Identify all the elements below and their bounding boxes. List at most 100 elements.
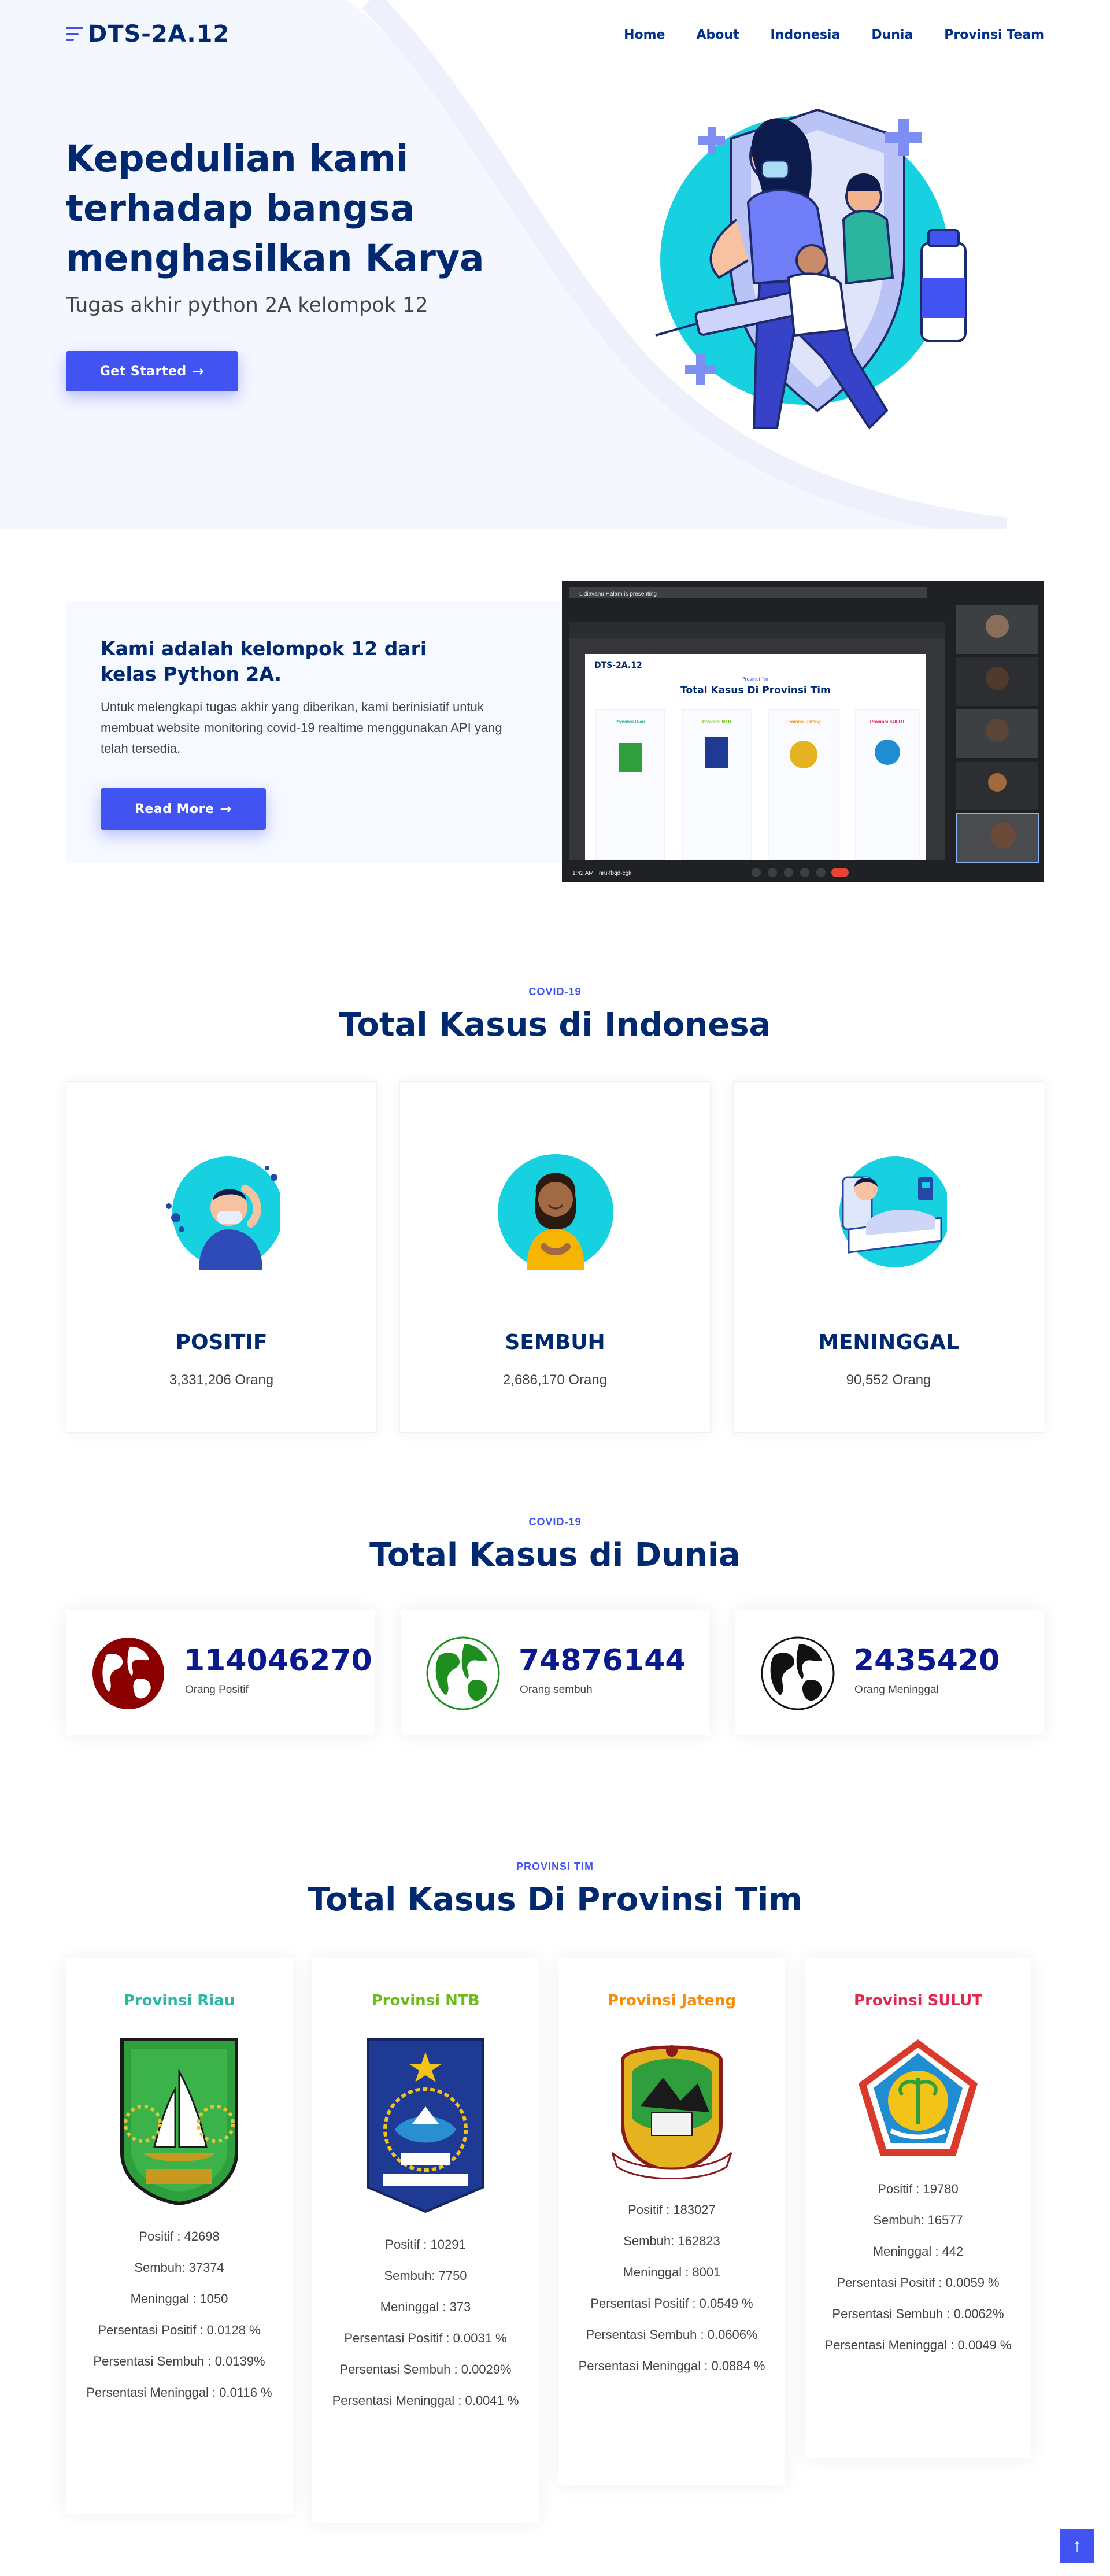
stat-persentasi-meninggal: Persentasi Meninggal : 0.0884 % <box>578 2359 765 2373</box>
main-nav: Home About Indonesia Dunia Provinsi Team <box>593 28 1044 42</box>
about-title: Kami adalah kelompok 12 dari kelas Pytho… <box>101 637 427 685</box>
stat-persentasi-sembuh: Persentasi Sembuh : 0.0139% <box>93 2354 265 2368</box>
get-started-button[interactable]: Get Started → <box>66 351 238 391</box>
world-positif-card: 114046270 Orang Positif <box>66 1610 375 1735</box>
dunia-title: Total Kasus di Dunia <box>369 1536 741 1574</box>
about-section: Kami adalah kelompok 12 dari kelas Pytho… <box>0 529 1110 896</box>
read-more-button[interactable]: Read More → <box>101 788 266 830</box>
nav-provinsi-team[interactable]: Provinsi Team <box>944 28 1044 42</box>
riau-emblem-icon <box>120 2038 238 2206</box>
positif-value: 3,331,206 Orang <box>169 1372 274 1388</box>
sulut-emblem-icon <box>859 2039 978 2156</box>
world-sembuh-card: 74876144 Orang sembuh <box>401 1610 709 1735</box>
provinsi-ntb-card: Provinsi NTB Positif : 10291 Sembuh: 775… <box>312 1958 539 2523</box>
about-description: Untuk melengkapi tugas akhir yang diberi… <box>101 700 502 756</box>
nav-home[interactable]: Home <box>624 28 665 42</box>
logo-icon <box>66 24 83 45</box>
stat-persentasi-sembuh: Persentasi Sembuh : 0.0606% <box>586 2327 758 2342</box>
stat-sembuh: Sembuh: 162823 <box>623 2234 720 2248</box>
stat-positif: Positif : 19780 <box>878 2182 959 2196</box>
dunia-kicker: COVID-19 <box>528 1516 582 1528</box>
sembuh-value: 2,686,170 Orang <box>502 1372 608 1388</box>
stat-persentasi-positif: Persentasi Positif : 0.0031 % <box>344 2331 507 2345</box>
stat-persentasi-sembuh: Persentasi Sembuh : 0.0029% <box>339 2362 512 2377</box>
provinsi-ntb-name: Provinsi NTB <box>371 1992 480 2009</box>
stat-meninggal: Meninggal : 1050 <box>130 2292 228 2306</box>
stat-persentasi-meninggal: Persentasi Meninggal : 0.0041 % <box>332 2393 519 2408</box>
provinsi-jateng-card: Provinsi Jateng Positif : 183027 Sembuh:… <box>558 1958 785 2485</box>
stat-sembuh: Sembuh: 16577 <box>873 2213 963 2227</box>
hospital-bed-illustration <box>839 1156 947 1267</box>
stat-sembuh: Sembuh: 37374 <box>134 2260 224 2275</box>
nav-about[interactable]: About <box>696 28 739 42</box>
meeting-code: nru-fbqd-cgk <box>599 870 632 877</box>
sembuh-card: SEMBUH 2,686,170 Orang <box>399 1081 711 1433</box>
indonesia-section: COVID-19 Total Kasus di Indonesa POSITIF… <box>0 896 1110 1451</box>
inner-kicker: Provinsi Tim <box>741 676 769 682</box>
sembuh-label: SEMBUH <box>505 1330 605 1354</box>
provinsi-riau-stats: Positif : 42698 Sembuh: 37374 Meninggal … <box>66 2221 293 2403</box>
provinsi-kicker: PROVINSI TIM <box>516 1861 594 1872</box>
stat-persentasi-sembuh: Persentasi Sembuh : 0.0062% <box>832 2307 1004 2321</box>
stat-persentasi-positif: Persentasi Positif : 0.0549 % <box>590 2296 753 2311</box>
stat-meninggal: Meninggal : 442 <box>872 2244 964 2259</box>
globe-icon <box>761 1636 835 1710</box>
provinsi-jateng-name: Provinsi Jateng <box>608 1992 736 2009</box>
meeting-screenshot-art: Lidiavanu Halam is presenting DTS-2A.12 … <box>562 581 1044 882</box>
site-header: DTS-2A.12 Home About Indonesia Dunia Pro… <box>66 21 1044 51</box>
nav-indonesia[interactable]: Indonesia <box>771 28 841 42</box>
stat-meninggal: Meninggal : 8001 <box>623 2265 721 2279</box>
stat-positif: Positif : 183027 <box>628 2202 716 2217</box>
world-sembuh-value: 74876144 <box>519 1643 686 1678</box>
stat-positif: Positif : 10291 <box>385 2237 466 2252</box>
provinsi-riau-name: Provinsi Riau <box>123 1992 235 2009</box>
provinsi-section: PROVINSI TIM Total Kasus Di Provinsi Tim… <box>0 1845 1110 2576</box>
meeting-time: 1:42 AM <box>572 870 594 877</box>
positif-label: POSITIF <box>175 1330 268 1354</box>
meninggal-value: 90,552 Orang <box>846 1372 931 1388</box>
arrow-up-icon: ↑ <box>1072 2536 1082 2555</box>
world-meninggal-card: 2435420 Orang Meninggal <box>735 1610 1044 1735</box>
hero-section: DTS-2A.12 Home About Indonesia Dunia Pro… <box>0 0 1110 529</box>
indonesia-heading: COVID-19 Total Kasus di Indonesa <box>66 986 1044 1044</box>
globe-icon <box>426 1636 500 1710</box>
world-sembuh-caption: Orang sembuh <box>520 1684 593 1696</box>
hero-title: Kepedulian kami terhadap bangsa menghasi… <box>66 138 484 279</box>
stat-persentasi-meninggal: Persentasi Meninggal : 0.0116 % <box>86 2385 272 2400</box>
meeting-screenshot: Lidiavanu Halam is presenting DTS-2A.12 … <box>562 581 1044 882</box>
logo[interactable]: DTS-2A.12 <box>66 21 230 47</box>
nav-dunia[interactable]: Dunia <box>871 28 913 42</box>
stat-sembuh: Sembuh: 7750 <box>384 2268 467 2283</box>
provinsi-ntb-stats: Positif : 10291 Sembuh: 7750 Meninggal :… <box>312 2229 539 2411</box>
stat-persentasi-meninggal: Persentasi Meninggal : 0.0049 % <box>824 2338 1012 2352</box>
jateng-emblem-icon <box>611 2045 732 2179</box>
indonesia-kicker: COVID-19 <box>528 986 582 997</box>
world-positif-value: 114046270 <box>184 1643 372 1678</box>
hero-subtitle: Tugas akhir python 2A kelompok 12 <box>66 294 428 317</box>
meninggal-label: MENINGGAL <box>818 1330 959 1354</box>
globe-icon <box>92 1638 164 1709</box>
inner-prov-2: Provinsi NTB <box>702 719 731 725</box>
provinsi-sulut-card: Provinsi SULUT Positif : 19780 Sembuh: 1… <box>805 1958 1031 2458</box>
ntb-emblem-icon <box>367 2038 484 2213</box>
provinsi-jateng-stats: Positif : 183027 Sembuh: 162823 Meningga… <box>558 2194 785 2377</box>
meninggal-card: MENINGGAL 90,552 Orang <box>733 1081 1044 1433</box>
back-to-top-button[interactable]: ↑ <box>1060 2529 1094 2563</box>
arrow-right-icon: → <box>192 363 205 379</box>
get-started-label: Get Started <box>99 364 187 379</box>
provinsi-heading: PROVINSI TIM Total Kasus Di Provinsi Tim <box>66 1861 1044 1919</box>
positif-card: POSITIF 3,331,206 Orang <box>66 1081 377 1433</box>
provinsi-sulut-name: Provinsi SULUT <box>854 1992 982 2009</box>
inner-title: Total Kasus Di Provinsi Tim <box>680 685 831 696</box>
stat-positif: Positif : 42698 <box>139 2229 220 2244</box>
world-positif-caption: Orang Positif <box>185 1684 249 1696</box>
provinsi-sulut-stats: Positif : 19780 Sembuh: 16577 Meninggal … <box>805 2174 1031 2356</box>
indonesia-title: Total Kasus di Indonesa <box>339 1006 771 1044</box>
hero-vaccine-illustration <box>655 108 967 430</box>
arrow-right-icon: → <box>220 801 232 817</box>
world-meninggal-caption: Orang Meninggal <box>854 1684 939 1696</box>
provinsi-title: Total Kasus Di Provinsi Tim <box>308 1881 802 1919</box>
stat-persentasi-positif: Persentasi Positif : 0.0128 % <box>98 2323 261 2337</box>
recovered-person-illustration <box>498 1154 613 1270</box>
read-more-label: Read More <box>134 801 214 816</box>
